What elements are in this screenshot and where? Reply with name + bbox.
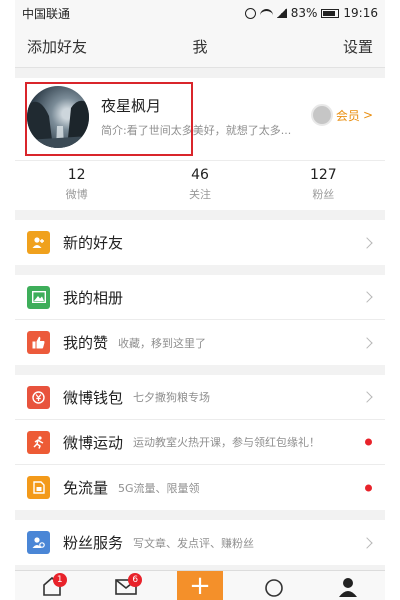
vip-entry[interactable]: 会员 > (310, 104, 373, 126)
chevron-right-icon (361, 391, 373, 403)
menu-sublabel: 收藏，移到这里了 (118, 336, 207, 350)
settings-button[interactable]: 设置 (343, 36, 373, 57)
wallet-icon (27, 385, 50, 409)
new-friends-icon (27, 231, 50, 254)
chevron-right-icon (361, 291, 373, 303)
stat-following[interactable]: 46 关注 (138, 161, 261, 210)
album-icon (27, 285, 50, 309)
running-icon (27, 430, 50, 454)
vip-trophy-icon (310, 104, 333, 126)
stat-label: 微博 (65, 188, 88, 201)
tab-messages[interactable]: 6 (89, 571, 163, 600)
sim-card-icon (27, 476, 50, 499)
battery-icon (321, 8, 340, 18)
chevron-right-icon (361, 236, 373, 249)
alarm-icon (244, 7, 256, 19)
carrier-label: 中国联通 (22, 6, 71, 21)
message-badge: 6 (128, 573, 143, 587)
profile-card[interactable]: 夜星枫月 简介:看了世间太多美好，就想了太多... 会员 > (15, 78, 385, 160)
menu-sublabel: 写文章、发点评、赚粉丝 (133, 536, 255, 550)
search-icon (265, 579, 283, 597)
vip-chevron-icon: > (362, 108, 373, 122)
section-gap (15, 265, 385, 275)
menu-item-fan-service[interactable]: 粉丝服务 写文章、发点评、赚粉丝 (15, 520, 385, 565)
stat-count: 46 (191, 167, 209, 183)
section-gap (15, 68, 385, 78)
chevron-right-icon (361, 536, 373, 549)
menu-item-likes[interactable]: 我的赞 收藏，移到这里了 (15, 320, 385, 365)
menu-label: 微博钱包 (63, 388, 124, 407)
menu-label: 我的赞 (63, 334, 109, 352)
stat-count: 12 (67, 167, 86, 183)
section-gap (15, 510, 385, 520)
tab-profile[interactable] (311, 571, 385, 600)
status-indicators: 83% 19:16 (244, 6, 378, 20)
app-frame: 中国联通 83% 19:16 添加好友 我 设置 夜星枫月 简介:看了世间太多美… (15, 0, 385, 600)
page-title: 我 (192, 38, 208, 56)
fan-service-icon (27, 531, 50, 554)
chevron-right-icon (361, 336, 373, 349)
signal-icon (276, 8, 287, 18)
thumbs-up-icon (27, 331, 50, 354)
menu-item-wallet[interactable]: 微博钱包 七夕撒狗粮专场 (15, 375, 385, 420)
tab-discover[interactable] (237, 571, 311, 600)
menu-label: 我的相册 (63, 288, 124, 307)
new-dot-indicator (365, 438, 372, 446)
stat-weibo[interactable]: 12 微博 (15, 161, 138, 210)
menu-sublabel: 运动教室火热开课，参与领红包缘礼！ (133, 436, 321, 449)
menu-item-free-traffic[interactable]: 免流量 5G流量、限量领 (15, 465, 385, 510)
wifi-icon (259, 8, 273, 18)
tab-home[interactable]: 1 (15, 571, 89, 600)
menu-sublabel: 七夕撒狗粮专场 (133, 391, 211, 404)
home-badge: 1 (52, 573, 67, 587)
compose-plus-button[interactable]: + (177, 571, 223, 600)
stat-count: 127 (309, 167, 337, 183)
menu-item-new-friends[interactable]: 新的好友 (15, 220, 385, 265)
highlight-box (25, 82, 193, 156)
clock: 19:16 (343, 6, 378, 20)
add-friend-button[interactable]: 添加好友 (27, 36, 87, 57)
menu-label: 微博运动 (63, 433, 124, 452)
menu-label: 免流量 (63, 479, 109, 497)
menu-label: 粉丝服务 (63, 534, 124, 552)
stat-label: 关注 (188, 188, 211, 201)
menu-item-sports[interactable]: 微博运动 运动教室火热开课，参与领红包缘礼！ (15, 420, 385, 465)
stat-label: 粉丝 (312, 188, 335, 201)
status-bar: 中国联通 83% 19:16 (15, 0, 385, 26)
profile-icon (339, 578, 357, 597)
stats-bar: 12 微博 46 关注 127 粉丝 (15, 160, 385, 210)
battery-percent: 83% (290, 6, 318, 20)
nav-bar: 添加好友 我 设置 (15, 26, 385, 68)
section-gap (15, 365, 385, 375)
vip-label: 会员 (335, 108, 360, 123)
menu-sublabel: 5G流量、限量领 (118, 481, 200, 495)
menu-label: 新的好友 (63, 234, 124, 252)
tab-compose[interactable]: + (163, 571, 237, 600)
new-dot-indicator (365, 484, 372, 491)
bottom-tab-bar: 1 6 + (15, 570, 385, 600)
section-gap (15, 210, 385, 220)
stat-followers[interactable]: 127 粉丝 (262, 161, 385, 210)
menu-item-albums[interactable]: 我的相册 (15, 275, 385, 320)
